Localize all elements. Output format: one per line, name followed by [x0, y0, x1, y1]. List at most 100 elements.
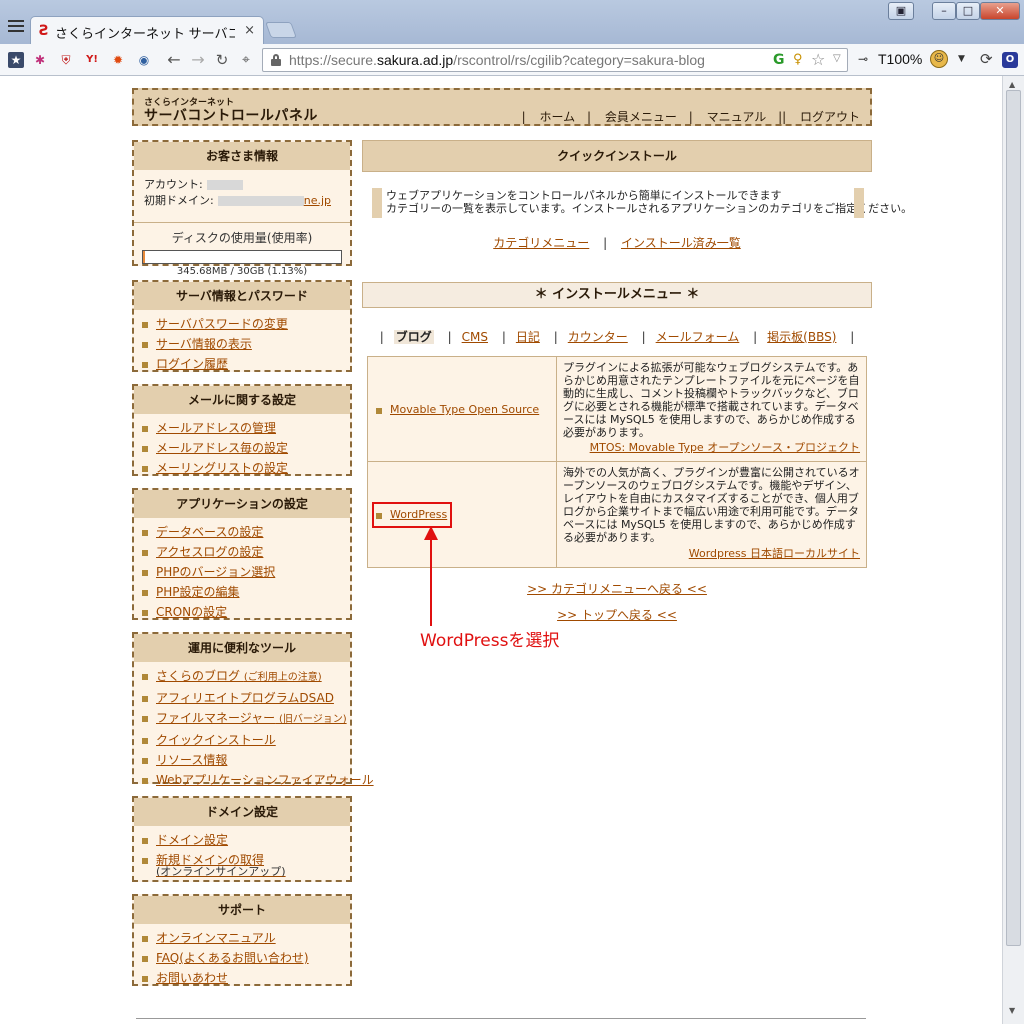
sidebar-item-online-manual[interactable]: オンラインマニュアル [142, 928, 350, 948]
toolbar-dropdown-icon[interactable]: ▼ [958, 54, 965, 64]
sidebar-item-file-manager[interactable]: ファイルマネージャー (旧バージョン) [142, 708, 350, 730]
tab-close-icon[interactable]: × [244, 23, 255, 38]
back-top-link[interactable]: >> トップへ戻る << [557, 608, 677, 622]
tab-blog[interactable]: ブログ [393, 330, 434, 344]
sidebar-app-box: アプリケーションの設定 データベースの設定 アクセスログの設定 PHPのバージョ… [132, 488, 352, 620]
annotation-label: WordPressを選択 [420, 631, 560, 651]
sidebar-item-sakura-blog[interactable]: さくらのブログ (ご利用上の注意) [142, 666, 350, 688]
blog-note[interactable]: (ご利用上の注意) [244, 672, 322, 683]
tab-diary[interactable]: 日記 [516, 330, 540, 344]
scroll-up-icon[interactable]: ▲ [1009, 80, 1015, 89]
eye-icon[interactable]: ◉ [136, 52, 152, 68]
zoom-level[interactable]: T100% [878, 51, 922, 67]
annotation-arrow [424, 526, 438, 626]
vertical-scrollbar[interactable]: ▲ ▼ [1002, 76, 1024, 1024]
tab-bbs[interactable]: 掲示板(BBS) [767, 330, 836, 344]
close-window-button[interactable]: ✕ [980, 2, 1020, 20]
sidebar-item-cron[interactable]: CRONの設定 [142, 602, 350, 622]
extension-o-icon[interactable]: O [1002, 52, 1018, 68]
sidebar-item-resource-info[interactable]: リソース情報 [142, 750, 350, 770]
sidebar-support-title: サポート [134, 896, 350, 924]
forward-icon[interactable]: → [190, 52, 206, 68]
sidebar-item-domain-settings[interactable]: ドメイン設定 [142, 830, 350, 850]
sidebar-mail-box: メールに関する設定 メールアドレスの管理 メールアドレス毎の設定 メーリングリス… [132, 384, 352, 476]
movable-type-link[interactable]: Movable Type Open Source [376, 403, 539, 416]
sidebar-item-php-version[interactable]: PHPのバージョン選択 [142, 562, 350, 582]
wordpress-site-link[interactable]: Wordpress 日本語ローカルサイト [689, 545, 860, 561]
address-bar[interactable]: https://secure.sakura.ad.jp/rscontrol/rs… [262, 48, 848, 72]
quick-links: カテゴリメニュー | インストール済み一覧 [493, 236, 741, 250]
browser-toolbar: ★ ✱ ⛨ Y! ✹ ◉ ← → ↻ ⌖ https://secure.saku… [0, 44, 1024, 76]
page-viewport: さくらインターネット サーバコントロールパネル | ホーム | 会員メニュー |… [0, 76, 1002, 1024]
dots-icon[interactable]: ✱ [32, 52, 48, 68]
google-icon[interactable]: G [773, 52, 785, 68]
footer-divider [136, 1018, 866, 1019]
bulb-icon[interactable]: ♀ [793, 52, 803, 67]
nav-home[interactable]: ホーム [540, 110, 576, 124]
tab-mail-form[interactable]: メールフォーム [656, 330, 740, 344]
sidebar-item-database[interactable]: データベースの設定 [142, 522, 350, 542]
sidebar-item-quick-install[interactable]: クイックインストール [142, 730, 350, 750]
sidebar-item-waf[interactable]: Webアプリケーションファイアウォール [142, 770, 374, 790]
account-info-box: お客さま情報 アカウント: 初期ドメイン: ne.jp ディスクの使用量(使用率)… [132, 140, 352, 277]
bookmark-star-outline-icon[interactable]: ☆ [811, 50, 825, 69]
header-nav: | ホーム | 会員メニュー | マニュアル || ログアウト [521, 110, 860, 124]
pin-icon[interactable]: ⊸ [858, 52, 868, 66]
minimize-button[interactable]: – [932, 2, 956, 20]
sakura-favicon-icon: Ƨ [39, 23, 50, 39]
disk-usage-fill [143, 251, 145, 263]
sidebar-item-mail-address[interactable]: メールアドレスの管理 [142, 418, 350, 438]
bookmark-star-icon[interactable]: ★ [8, 52, 24, 68]
sidebar-tools-title: 運用に便利なツール [134, 634, 350, 662]
yahoo-icon[interactable]: Y! [84, 52, 100, 68]
domain-label: 初期ドメイン: [144, 194, 214, 207]
sidebar-item-change-password[interactable]: サーバパスワードの変更 [142, 314, 350, 334]
nav-member-menu[interactable]: 会員メニュー [605, 110, 677, 124]
sidebar-item-php-settings[interactable]: PHP設定の編集 [142, 582, 350, 602]
nav-manual[interactable]: マニュアル [707, 110, 767, 124]
maximize-button[interactable]: □ [956, 2, 980, 20]
installed-list-link[interactable]: インストール済み一覧 [621, 236, 741, 250]
mtos-site-link[interactable]: MTOS: Movable Type オープンソース・プロジェクト [590, 439, 860, 455]
sidebar-item-mailing-list[interactable]: メーリングリストの設定 [142, 458, 350, 478]
category-menu-link[interactable]: カテゴリメニュー [493, 236, 589, 250]
filemgr-note[interactable]: (旧バージョン) [279, 714, 347, 725]
tab-counter[interactable]: カウンター [568, 330, 628, 344]
sidebar-item-contact[interactable]: お問いあわせ [142, 968, 350, 988]
sidebar-item-server-info[interactable]: サーバ情報の表示 [142, 334, 350, 354]
shield-icon[interactable]: ⛨ [58, 52, 74, 68]
sidebar-server-box: サーバ情報とパスワード サーバパスワードの変更 サーバ情報の表示 ログイン履歴 [132, 280, 352, 372]
sidebar-item-access-log[interactable]: アクセスログの設定 [142, 542, 350, 562]
sidebar-tools-box: 運用に便利なツール さくらのブログ (ご利用上の注意) アフィリエイトプログラム… [132, 632, 374, 787]
sync-icon[interactable]: ⟳ [980, 50, 993, 68]
window-extra-button[interactable]: ▣ [888, 2, 914, 20]
redacted-account [206, 180, 243, 190]
reload-icon[interactable]: ↻ [214, 52, 230, 68]
sidebar-item-affiliate[interactable]: アフィリエイトプログラムDSAD [142, 688, 350, 708]
sidebar-item-login-history[interactable]: ログイン履歴 [142, 354, 350, 374]
url-dropdown-icon[interactable]: ▽ [833, 53, 841, 64]
browser-tab[interactable]: Ƨ さくらインターネット サーバコン… × [30, 16, 264, 44]
domain-link[interactable]: ne.jp [304, 194, 331, 207]
back-category-link[interactable]: >> カテゴリメニューへ戻る << [527, 582, 707, 596]
gear-red-icon[interactable]: ✹ [110, 52, 126, 68]
account-label: アカウント: [144, 178, 203, 191]
sidebar-item-mail-settings[interactable]: メールアドレス毎の設定 [142, 438, 350, 458]
newdomain-note: (オンラインサインアップ) [156, 865, 286, 878]
sidebar-server-title: サーバ情報とパスワード [134, 282, 350, 310]
app-list: Movable Type Open Source プラグインによる拡張が可能なウ… [367, 356, 867, 568]
nav-logout[interactable]: ログアウト [800, 110, 860, 124]
face-icon[interactable]: ☺ [930, 50, 948, 68]
menu-icon[interactable] [8, 20, 24, 34]
new-tab-button[interactable] [265, 22, 297, 38]
wordpress-link[interactable]: WordPress [376, 508, 447, 521]
scroll-down-icon[interactable]: ▼ [1009, 1006, 1015, 1015]
tab-cms[interactable]: CMS [462, 330, 488, 344]
sidebar-item-new-domain[interactable]: 新規ドメインの取得 (オンラインサインアップ) [142, 850, 350, 878]
table-row: Movable Type Open Source プラグインによる拡張が可能なウ… [368, 357, 866, 462]
redacted-domain [217, 196, 304, 206]
back-icon[interactable]: ← [166, 52, 182, 68]
sidebar-item-faq[interactable]: FAQ(よくあるお問い合わせ) [142, 948, 350, 968]
target-icon[interactable]: ⌖ [238, 52, 254, 68]
scrollbar-thumb[interactable] [1006, 90, 1021, 946]
